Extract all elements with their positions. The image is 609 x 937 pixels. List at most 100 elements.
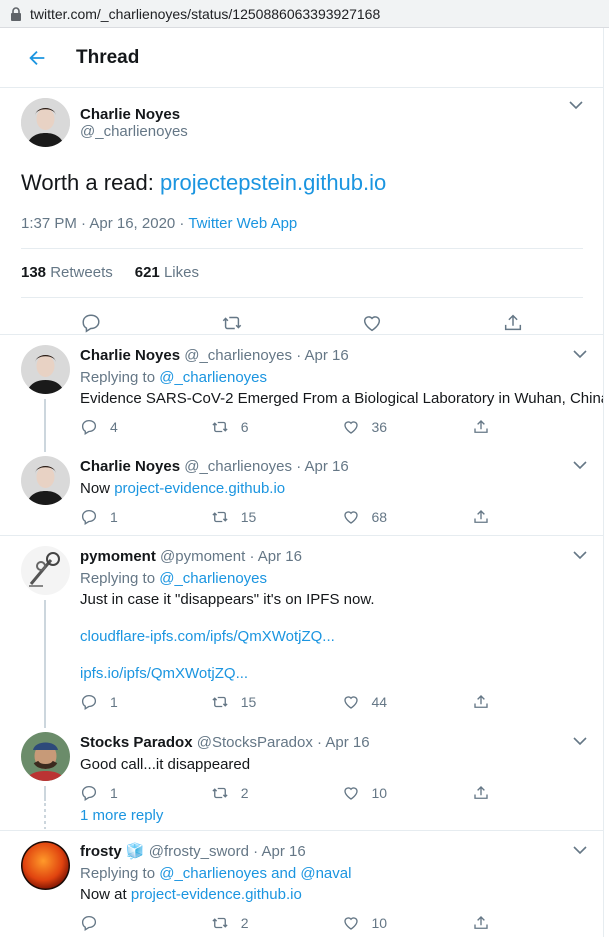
reply-link[interactable]: ipfs.io/ipfs/QmXWotjZQ...	[80, 665, 248, 682]
reply-date[interactable]: · Apr 16	[296, 458, 349, 475]
tweet-actions	[21, 298, 583, 334]
avatar[interactable]	[21, 456, 70, 505]
more-replies-link[interactable]: 1 more reply	[0, 801, 603, 831]
reply-actions: 2 10	[80, 905, 603, 937]
back-arrow-icon[interactable]	[26, 47, 48, 69]
reply-text: Good call...it disappeared	[80, 756, 251, 773]
retweets-label[interactable]: Retweets	[50, 264, 113, 281]
avatar[interactable]	[21, 841, 70, 890]
chevron-down-icon[interactable]	[573, 460, 587, 470]
share-icon[interactable]	[472, 914, 490, 932]
like-icon[interactable]	[342, 914, 360, 932]
more-replies-label[interactable]: 1 more reply	[80, 807, 163, 824]
reply-author-handle[interactable]: @StocksParadox	[197, 734, 313, 751]
reply-link[interactable]: cloudflare-ipfs.com/ipfs/QmXWotjZQ...	[80, 628, 335, 645]
retweet-icon[interactable]	[211, 693, 229, 711]
tweet-stats: 138 Retweets 621 Likes	[21, 249, 583, 298]
retweet-icon[interactable]	[211, 784, 229, 802]
lock-icon	[10, 6, 22, 21]
like-icon[interactable]	[342, 784, 360, 802]
replying-to-link[interactable]: @_charlienoyes	[159, 369, 267, 386]
reply-count: 4	[110, 419, 118, 435]
reply-tweet[interactable]: Stocks Paradox @StocksParadox · Apr 16 G…	[0, 722, 603, 801]
chevron-down-icon[interactable]	[573, 349, 587, 359]
chevron-down-icon[interactable]	[573, 736, 587, 746]
avatar[interactable]	[21, 732, 70, 781]
reply-count: 1	[110, 785, 118, 801]
reply-author-name[interactable]: Charlie Noyes	[80, 458, 180, 475]
like-icon[interactable]	[361, 312, 383, 334]
reply-icon[interactable]	[80, 693, 98, 711]
retweet-count: 6	[240, 419, 249, 435]
reply-date[interactable]: · Apr 16	[253, 843, 306, 860]
likes-label[interactable]: Likes	[164, 264, 199, 281]
chevron-down-icon[interactable]	[573, 845, 587, 855]
author-handle[interactable]: @_charlienoyes	[80, 123, 188, 140]
thread-line	[44, 600, 46, 722]
retweet-icon[interactable]	[211, 508, 229, 526]
chevron-down-icon[interactable]	[573, 550, 587, 560]
like-count: 10	[371, 915, 388, 931]
thread-line	[44, 786, 46, 801]
reply-count: 1	[110, 509, 118, 525]
avatar[interactable]	[21, 546, 70, 595]
chevron-down-icon[interactable]	[569, 100, 583, 110]
reply-icon[interactable]	[80, 508, 98, 526]
reply-date[interactable]: · Apr 16	[296, 347, 349, 364]
reply-author-handle[interactable]: @_charlienoyes	[184, 347, 292, 364]
tweet-timestamp[interactable]: 1:37 PM · Apr 16, 2020 ·	[21, 215, 188, 232]
retweet-icon[interactable]	[211, 914, 229, 932]
reply-author-name[interactable]: Charlie Noyes	[80, 347, 180, 364]
retweet-count: 15	[240, 509, 257, 525]
browser-url-bar[interactable]: twitter.com/_charlienoyes/status/1250886…	[0, 0, 609, 28]
replying-to-link[interactable]: @_charlienoyes	[159, 570, 267, 587]
browser-url[interactable]: twitter.com/_charlienoyes/status/1250886…	[30, 6, 380, 22]
like-count: 36	[371, 419, 388, 435]
thread-line	[44, 446, 46, 452]
retweet-icon[interactable]	[221, 312, 243, 334]
tweet-link[interactable]: projectepstein.github.io	[160, 170, 386, 195]
reply-link[interactable]: project-evidence.github.io	[114, 480, 285, 497]
page-title: Thread	[76, 46, 140, 68]
retweets-count[interactable]: 138	[21, 264, 46, 281]
reply-icon[interactable]	[80, 914, 98, 932]
like-count: 68	[371, 509, 388, 525]
reply-text: Just in case it "disappears" it's on IPF…	[80, 591, 375, 608]
reply-author-handle[interactable]: @_charlienoyes	[184, 458, 292, 475]
replying-to-link[interactable]: @_charlienoyes and @naval	[159, 865, 351, 882]
likes-count[interactable]: 621	[135, 264, 160, 281]
share-icon[interactable]	[502, 312, 524, 334]
reply-icon[interactable]	[80, 312, 102, 334]
share-icon[interactable]	[472, 418, 490, 436]
like-icon[interactable]	[342, 693, 360, 711]
reply-tweet[interactable]: frosty 🧊 @frosty_sword · Apr 16 Replying…	[0, 831, 603, 937]
share-icon[interactable]	[472, 693, 490, 711]
reply-tweet[interactable]: Charlie Noyes @_charlienoyes · Apr 16 Re…	[0, 335, 603, 446]
tweet-source[interactable]: Twitter Web App	[188, 215, 297, 232]
like-count: 10	[371, 785, 388, 801]
reply-author-handle[interactable]: @pymoment	[160, 548, 245, 565]
share-icon[interactable]	[472, 784, 490, 802]
like-icon[interactable]	[342, 508, 360, 526]
reply-date[interactable]: · Apr 16	[249, 548, 302, 565]
reply-author-name[interactable]: pymoment	[80, 548, 156, 565]
reply-author-handle[interactable]: @frosty_sword	[149, 843, 249, 860]
reply-date[interactable]: · Apr 16	[317, 734, 370, 751]
retweet-count: 2	[240, 785, 249, 801]
reply-tweet[interactable]: pymoment @pymoment · Apr 16 Replying to …	[0, 536, 603, 722]
reply-author-name[interactable]: frosty	[80, 843, 122, 860]
avatar[interactable]	[21, 345, 70, 394]
share-icon[interactable]	[472, 508, 490, 526]
reply-actions: 4 6 36	[80, 409, 603, 445]
author-name[interactable]: Charlie Noyes	[80, 106, 188, 123]
reply-icon[interactable]	[80, 784, 98, 802]
reply-tweet[interactable]: Charlie Noyes @_charlienoyes · Apr 16 No…	[0, 446, 603, 536]
thread-header: Thread	[0, 28, 603, 88]
reply-text: Now at project-evidence.github.io	[80, 886, 302, 903]
reply-icon[interactable]	[80, 418, 98, 436]
like-icon[interactable]	[342, 418, 360, 436]
avatar[interactable]	[21, 98, 70, 147]
reply-author-name[interactable]: Stocks Paradox	[80, 734, 193, 751]
reply-link[interactable]: project-evidence.github.io	[131, 886, 302, 903]
retweet-icon[interactable]	[211, 418, 229, 436]
